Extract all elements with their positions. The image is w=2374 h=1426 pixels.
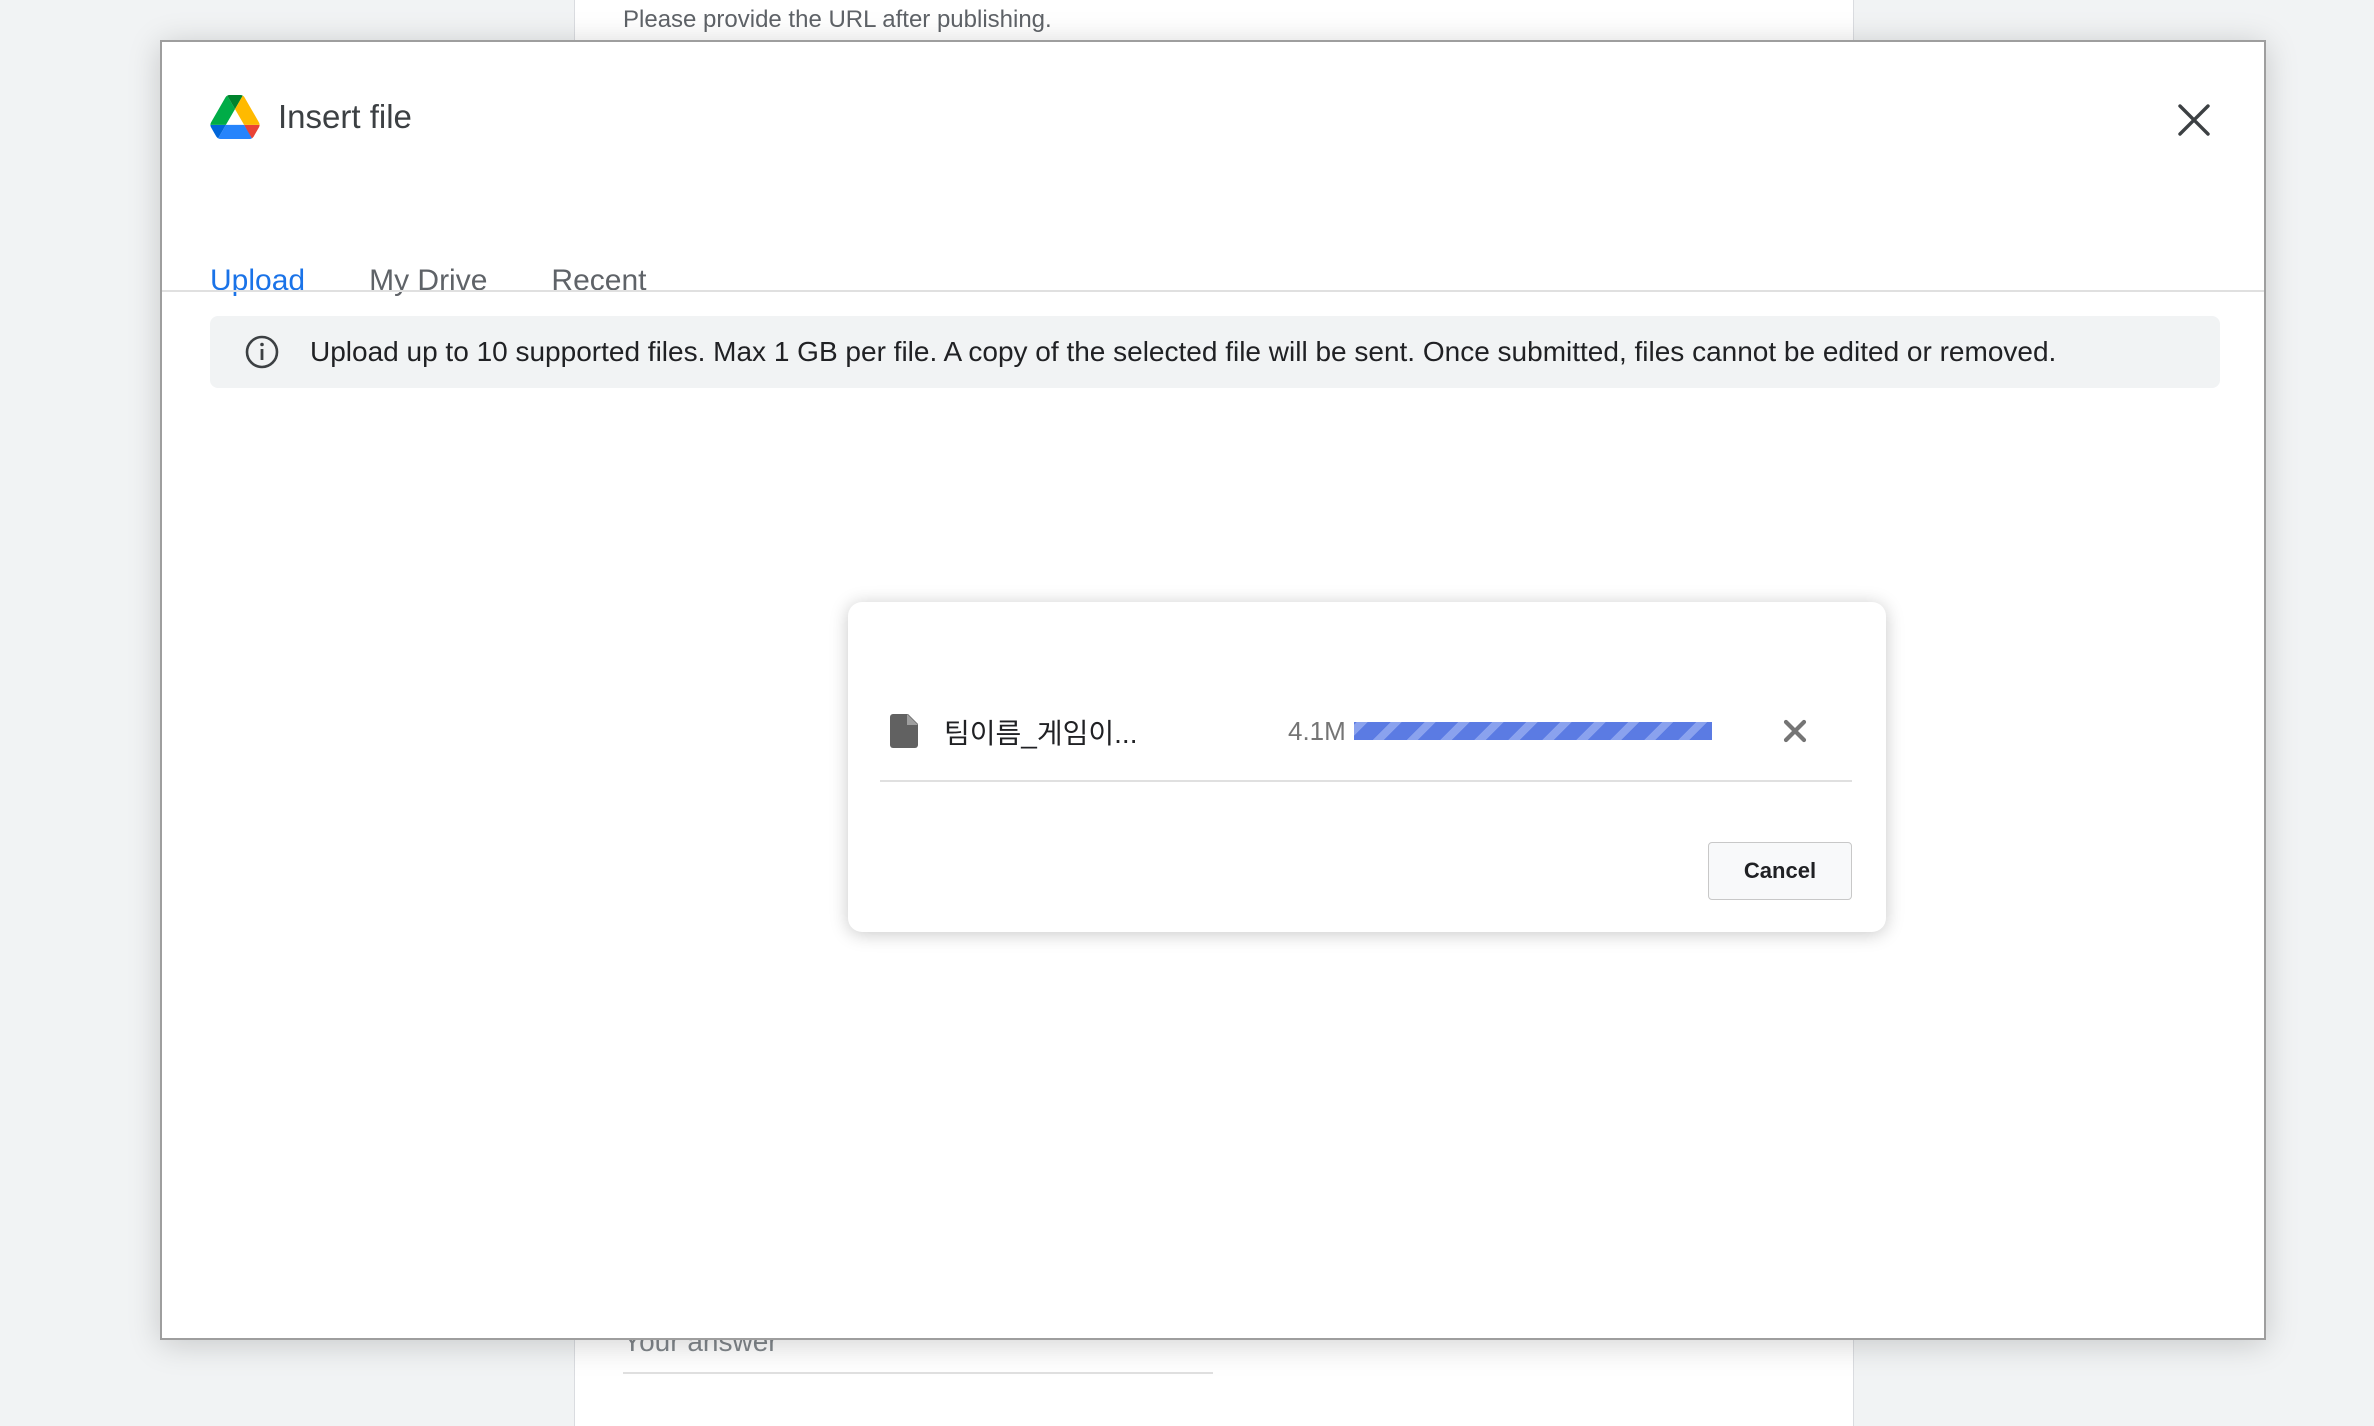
tabs-divider bbox=[162, 290, 2264, 292]
answer-underline bbox=[623, 1372, 1213, 1374]
notice-text: Upload up to 10 supported files. Max 1 G… bbox=[310, 336, 2057, 367]
cancel-button[interactable]: Cancel bbox=[1708, 842, 1852, 900]
insert-file-dialog: Insert file Upload My Drive Recent Uploa… bbox=[160, 40, 2266, 1340]
upload-progress-panel: 팀이름_게임이... 4.1M Cancel bbox=[848, 602, 1886, 932]
panel-divider bbox=[880, 780, 1852, 782]
close-icon bbox=[2178, 104, 2210, 136]
file-icon bbox=[890, 714, 918, 748]
file-size: 4.1M bbox=[1288, 716, 1346, 746]
dialog-title: Insert file bbox=[278, 98, 412, 135]
close-button[interactable] bbox=[2172, 98, 2216, 142]
dialog-header: Insert file bbox=[210, 90, 412, 144]
upload-progress-bar bbox=[1354, 722, 1712, 740]
remove-icon[interactable] bbox=[1782, 718, 1808, 744]
upload-notice: Upload up to 10 supported files. Max 1 G… bbox=[210, 316, 2220, 388]
question-hint: Please provide the URL after publishing. bbox=[623, 6, 1052, 33]
upload-progress-fill bbox=[1354, 722, 1712, 740]
info-icon bbox=[245, 335, 279, 369]
upload-file-row: 팀이름_게임이... 4.1M bbox=[880, 702, 1852, 762]
file-name: 팀이름_게임이... bbox=[944, 718, 1138, 749]
google-drive-icon bbox=[210, 95, 260, 139]
